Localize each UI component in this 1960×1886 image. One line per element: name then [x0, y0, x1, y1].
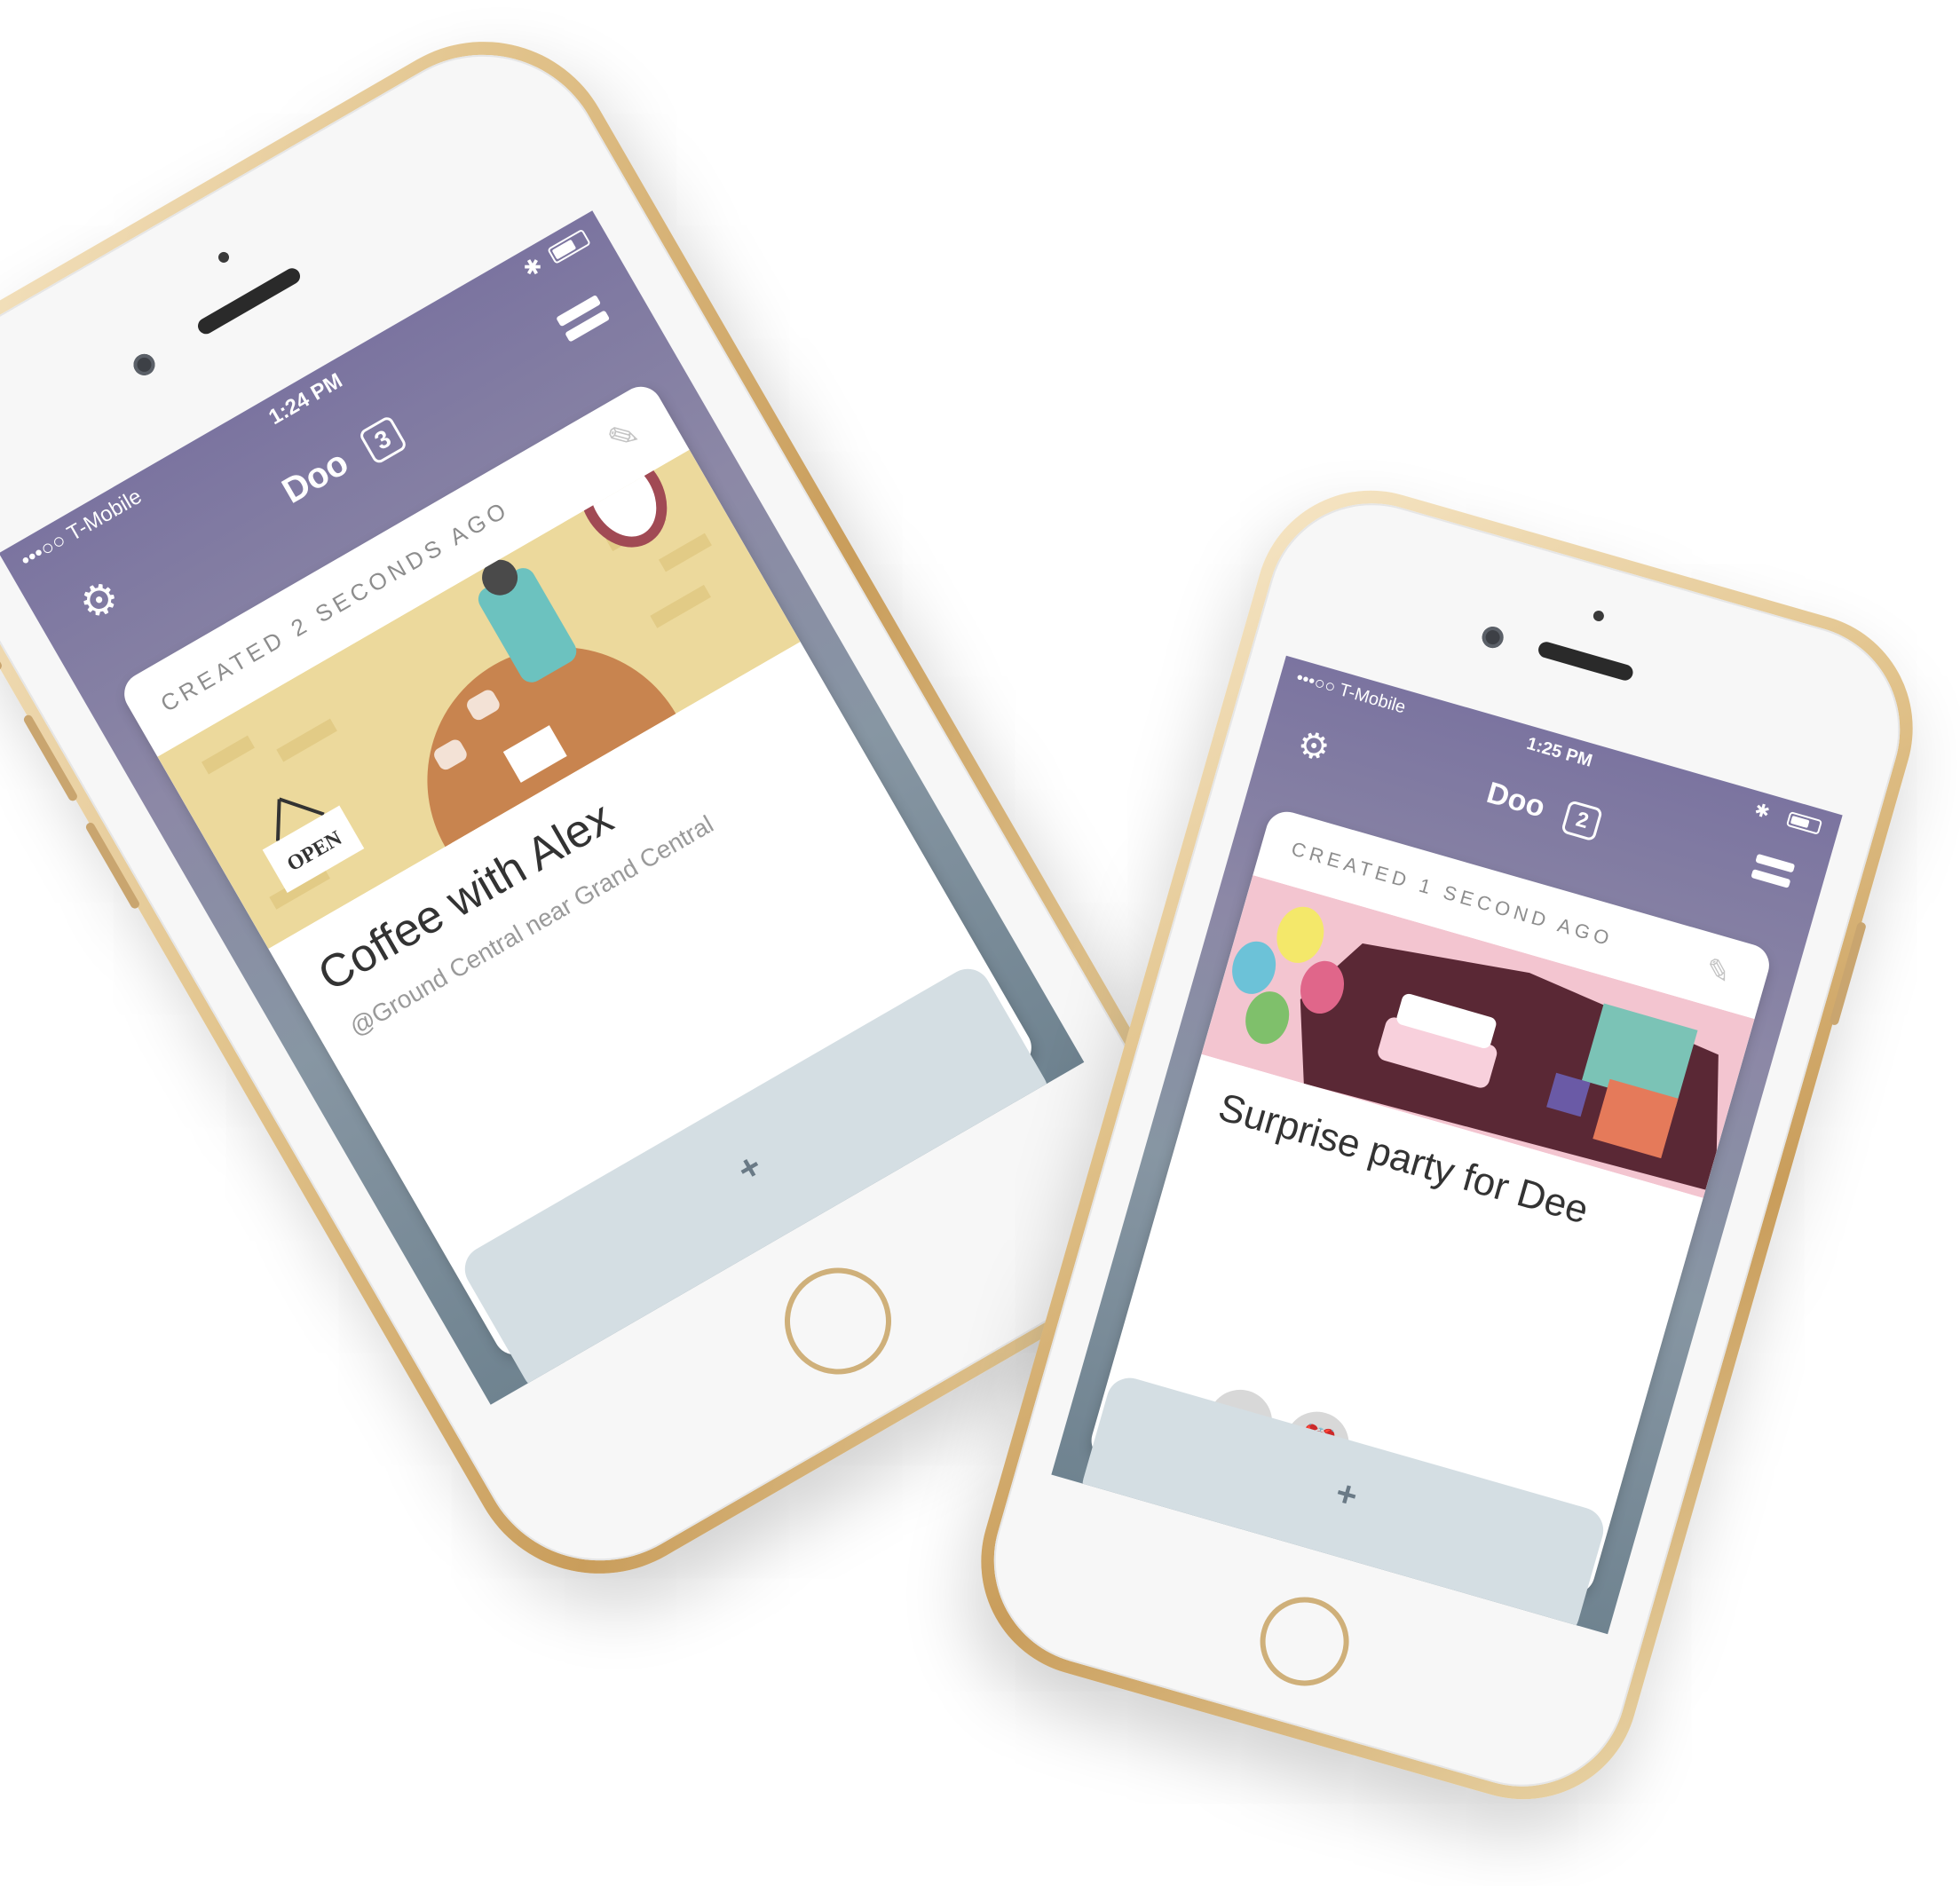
- plus-icon[interactable]: +: [1332, 1473, 1363, 1517]
- party-illustration: [1201, 874, 1755, 1198]
- earpiece: [194, 264, 304, 337]
- plus-icon[interactable]: +: [731, 1146, 768, 1190]
- task-count-badge: 3: [358, 414, 409, 466]
- proximity-sensor: [216, 249, 232, 265]
- app-title-text: Doo: [275, 442, 355, 511]
- home-button[interactable]: [765, 1248, 911, 1394]
- home-button[interactable]: [1249, 1586, 1360, 1697]
- front-camera: [1479, 624, 1506, 651]
- app-screen: •••○○ T-Mobile 1:25 PM ✱ ⚙ Doo 2 CREATED…: [1051, 655, 1843, 1635]
- front-camera: [130, 350, 159, 380]
- phone-face: •••○○ T-Mobile 1:25 PM ✱ ⚙ Doo 2 CREATED…: [968, 478, 1925, 1811]
- earpiece: [1536, 640, 1635, 683]
- app-title-text: Doo: [1482, 775, 1549, 825]
- phone-right: •••○○ T-Mobile 1:25 PM ✱ ⚙ Doo 2 CREATED…: [953, 462, 1940, 1827]
- birthday-party-image: [1201, 874, 1755, 1198]
- edit-icon[interactable]: ✎: [1701, 951, 1735, 991]
- task-count-badge: 2: [1561, 800, 1604, 842]
- proximity-sensor: [1592, 609, 1606, 623]
- edit-icon[interactable]: ✎: [601, 412, 647, 462]
- app-screen: •••○○ T-Mobile 1:24 PM ✱ ⚙ Doo 3 CREATED…: [0, 210, 1085, 1405]
